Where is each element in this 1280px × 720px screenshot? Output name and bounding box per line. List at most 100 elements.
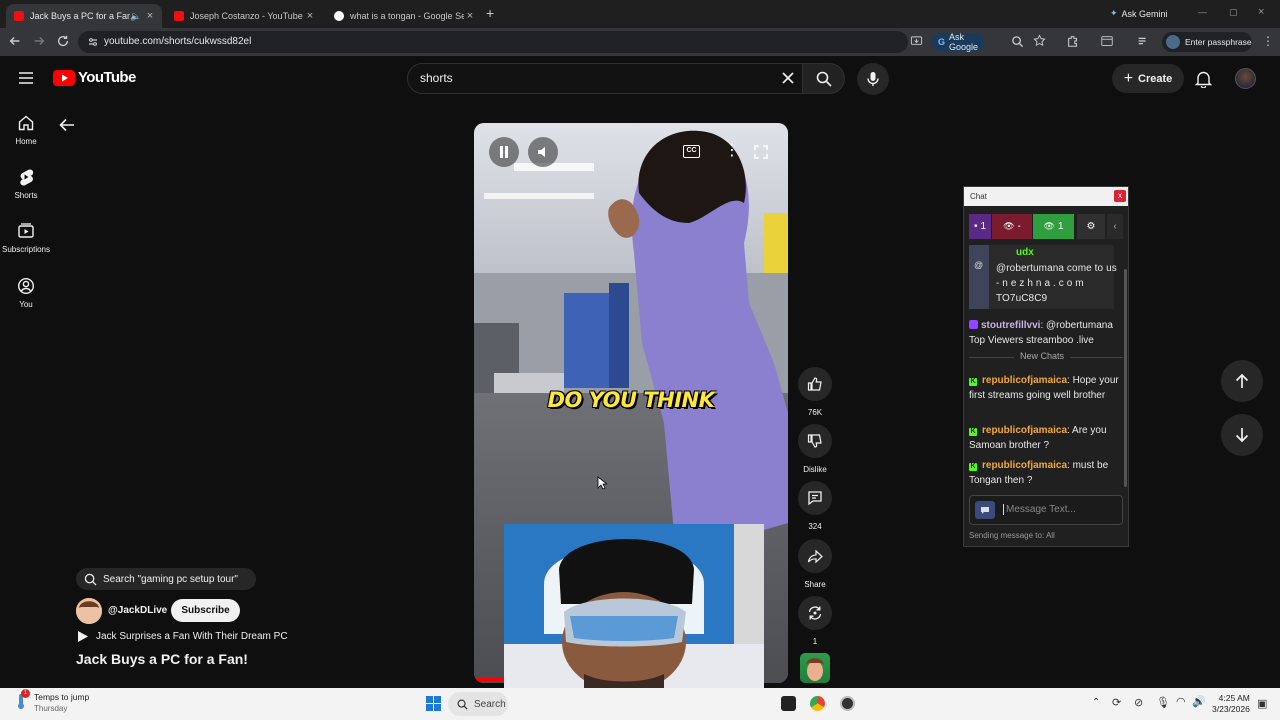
tab-google-search[interactable]: what is a tongan - Google Sear × (326, 4, 482, 28)
pinned-message: @ udx @robertumana come to us - n e z h … (969, 245, 1117, 309)
chat-message: Krepublicofjamaica: must be Tongan then … (969, 458, 1119, 488)
taskbar-notification[interactable]: 1 Temps to jump Thursday (14, 689, 89, 714)
account-avatar[interactable] (1235, 68, 1256, 89)
tab-jack-buys-pc[interactable]: Jack Buys a PC for a Fan! - Y 🔈 × (6, 4, 162, 28)
comment-icon (808, 491, 822, 506)
youtube-logo[interactable]: YouTube (53, 69, 136, 86)
search-icon (84, 573, 97, 586)
chat-chip-views-offline[interactable]: 👁 - (992, 214, 1032, 239)
reading-list-icon[interactable] (1136, 34, 1152, 50)
reload-icon[interactable] (56, 34, 72, 50)
search-button[interactable] (803, 63, 845, 94)
subscribe-button[interactable]: Subscribe (171, 599, 240, 622)
sidebar-item-you[interactable]: You (0, 277, 52, 309)
address-bar[interactable]: youtube.com/shorts/cukwssd82el G Ask Goo… (78, 31, 1046, 53)
webcam-overlay (504, 524, 764, 688)
pause-button[interactable] (489, 137, 519, 167)
speaker-icon[interactable]: 🔈 (130, 11, 142, 22)
speaker-icon[interactable]: 🔊 (1192, 695, 1206, 708)
chrome-taskbar-icon[interactable] (810, 696, 825, 711)
minimize-window-icon[interactable]: — (1198, 7, 1207, 17)
maximize-window-icon[interactable]: ▢ (1229, 7, 1238, 18)
ask-google-button[interactable]: G Ask Google (932, 32, 985, 52)
search-input[interactable]: shorts (420, 71, 453, 85)
bookmark-star-icon[interactable] (1033, 34, 1046, 47)
chat-scrollbar[interactable] (1124, 269, 1127, 487)
sidebar-item-shorts[interactable]: Shorts (0, 168, 52, 200)
search-box[interactable]: shorts (407, 63, 803, 94)
chat-username: republicofjamaica (982, 425, 1068, 436)
tray-mic-icon[interactable]: 🎙 (1156, 696, 1170, 709)
dislike-label: Dislike (803, 465, 827, 474)
playlist-link[interactable]: Jack Surprises a Fan With Their Dream PC (78, 631, 288, 642)
chat-chip-views-live[interactable]: 👁 1 (1033, 214, 1074, 239)
clock-date: 3/23/2026 (1212, 704, 1250, 714)
profile-avatar-icon (1166, 35, 1180, 49)
back-arrow-icon[interactable] (59, 118, 75, 132)
tab-close-icon[interactable]: × (464, 10, 476, 22)
notifications-bell-icon[interactable] (1195, 70, 1212, 88)
more-options-icon[interactable]: ⋮ (724, 143, 740, 159)
remix-button[interactable]: 1 (795, 596, 835, 646)
obs-taskbar-icon[interactable] (840, 696, 855, 711)
sidebar-item-label: You (19, 300, 33, 309)
voice-search-button[interactable] (857, 63, 889, 95)
extensions-icon[interactable] (1066, 34, 1082, 50)
tab-joseph-costanzo[interactable]: Joseph Costanzo - YouTube × (166, 4, 322, 28)
tray-sync-icon[interactable]: ⟳ (1112, 696, 1121, 709)
dislike-button[interactable]: Dislike (795, 424, 835, 474)
close-window-icon[interactable]: × (1258, 6, 1264, 18)
install-app-icon[interactable] (910, 35, 923, 48)
pause-icon (500, 146, 508, 158)
browser-tab-bar: Jack Buys a PC for a Fan! - Y 🔈 × Joseph… (0, 0, 1280, 28)
browser-menu-icon[interactable]: ⋮ (1262, 34, 1274, 48)
sidebar-item-home[interactable]: Home (0, 114, 52, 146)
hamburger-menu-icon[interactable] (18, 71, 34, 85)
search-icon (816, 71, 832, 87)
tray-block-icon[interactable]: ⊘ (1134, 696, 1143, 709)
chat-more-button[interactable]: ‹ (1107, 214, 1123, 239)
site-info-icon[interactable] (87, 36, 99, 48)
tab-close-icon[interactable]: × (144, 10, 156, 22)
fullscreen-icon[interactable] (754, 145, 768, 159)
sidebar-item-label: Shorts (14, 191, 38, 200)
create-button[interactable]: + Create (1112, 64, 1184, 93)
taskbar-app-icon[interactable] (781, 696, 796, 711)
back-icon[interactable] (8, 34, 24, 50)
previous-short-button[interactable] (1221, 360, 1263, 402)
new-tab-button[interactable]: + (486, 5, 494, 21)
comments-button[interactable]: 324 (795, 481, 835, 531)
tab-close-icon[interactable]: × (304, 10, 316, 22)
tab-search-icon[interactable] (1100, 34, 1116, 50)
chat-close-button[interactable]: x (1114, 190, 1126, 202)
tray-chevron-icon[interactable]: ⌃ (1092, 697, 1100, 708)
share-button[interactable]: Share (795, 539, 835, 589)
twitch-icon (969, 320, 978, 329)
taskbar-clock[interactable]: 4:25 AM 3/23/2026 (1212, 693, 1250, 715)
next-short-button[interactable] (1221, 414, 1263, 456)
forward-icon[interactable] (32, 34, 48, 50)
notification-center-icon[interactable]: ▣ (1257, 697, 1267, 710)
like-button[interactable]: 76K (795, 367, 835, 417)
zoom-icon[interactable] (1011, 35, 1024, 48)
chat-bubble-icon (975, 501, 995, 519)
related-search-chip[interactable]: Search "gaming pc setup tour" (76, 568, 256, 590)
chat-settings-button[interactable]: ⚙ (1077, 214, 1105, 239)
chat-chip-value: - (1017, 221, 1021, 232)
windows-start-icon[interactable] (426, 696, 441, 711)
taskbar-search[interactable]: Search (448, 692, 508, 716)
passphrase-button[interactable]: Enter passphrase (1162, 32, 1252, 52)
channel-avatar[interactable] (76, 598, 102, 624)
chat-chip-viewers[interactable]: • 1 (969, 214, 991, 239)
volume-button[interactable] (528, 137, 558, 167)
you-icon (17, 277, 35, 295)
browser-toolbar: youtube.com/shorts/cukwssd82el G Ask Goo… (0, 28, 1280, 56)
chat-message-input[interactable]: Message Text... (969, 495, 1123, 525)
wifi-icon[interactable]: ◠ (1176, 695, 1186, 708)
channel-name-link[interactable]: @JackDLive (108, 605, 167, 616)
channel-thumbnail[interactable] (800, 653, 830, 683)
clear-search-icon[interactable] (782, 72, 794, 84)
ask-gemini-button[interactable]: ✦ Ask Gemini (1110, 8, 1168, 19)
sidebar-item-subscriptions[interactable]: Subscriptions (0, 222, 52, 254)
captions-icon[interactable]: CC (683, 145, 700, 158)
